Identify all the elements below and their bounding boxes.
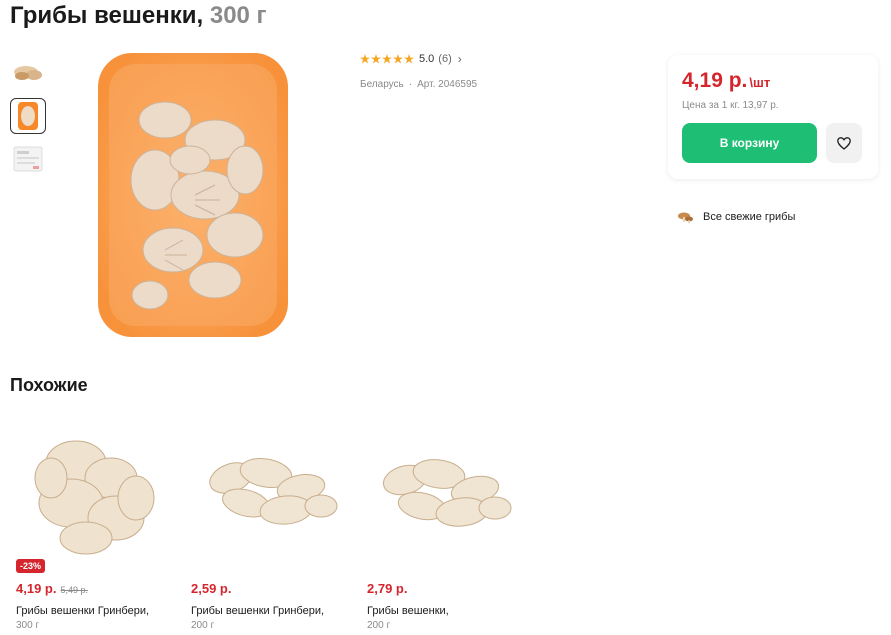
rating-value: 5.0 (419, 53, 435, 65)
star-icon (404, 54, 414, 64)
thumbnail-package[interactable] (10, 98, 46, 134)
similar-price-value: 4,19 р. (16, 581, 57, 596)
star-icon (393, 54, 403, 64)
thumbnail-label[interactable] (10, 141, 46, 177)
similar-price-value: 2,79 р. (367, 581, 408, 596)
category-link-label: Все свежие грибы (703, 211, 796, 223)
product-image (34, 440, 155, 555)
similar-section-title: Похожие (10, 375, 88, 395)
product-image (209, 457, 338, 525)
star-icon (382, 54, 392, 64)
separator-dot: · (408, 79, 413, 90)
similar-price-value: 2,59 р. (191, 581, 232, 596)
thumbnail-mushrooms[interactable] (10, 55, 46, 91)
rating-stars (360, 54, 414, 64)
similar-price: 2,79 р. (367, 581, 407, 596)
similar-old-price: 5,49 р. (60, 585, 88, 595)
mushroom-package-image (98, 53, 288, 337)
similar-product-weight: 300 г (16, 620, 40, 631)
package-thumbnail-image (18, 102, 38, 130)
star-icon (371, 54, 381, 64)
product-weight: 300 г (209, 2, 267, 29)
price-unit: \шт (749, 75, 771, 90)
star-icon (360, 54, 370, 64)
rating-link[interactable]: 5.0 (6) › (360, 52, 462, 66)
similar-product-name[interactable]: Грибы вешенки Гринбери, (191, 605, 324, 617)
similar-price: 4,19 р. 5,49 р. (16, 581, 88, 596)
similar-product-name[interactable]: Грибы вешенки Гринбери, (16, 605, 149, 617)
mushroom-thumbnail-image (14, 66, 42, 80)
price-card: 4,19 р. \шт Цена за 1 кг. 13,97 р. В корз… (668, 55, 878, 179)
product-country: Беларусь (360, 79, 404, 90)
product-title: Грибы вешенки, (10, 2, 204, 29)
favorite-button[interactable] (826, 123, 862, 163)
category-link-fresh-mushrooms[interactable]: Все свежие грибы (676, 208, 795, 226)
product-meta: Беларусь · Арт. 2046595 (360, 79, 477, 90)
similar-product-weight: 200 г (367, 620, 391, 631)
product-price: 4,19 р. \шт (682, 69, 770, 93)
rating-count: (6) (438, 53, 452, 65)
price-value: 4,19 р. (682, 69, 748, 92)
thumbnail-list (10, 55, 46, 184)
similar-product-name[interactable]: Грибы вешенки, (367, 605, 449, 617)
add-to-cart-button[interactable]: В корзину (682, 123, 817, 163)
similar-product-card[interactable] (185, 412, 353, 635)
unit-price: Цена за 1 кг. 13,97 р. (682, 100, 779, 111)
similar-product-weight: 200 г (191, 620, 215, 631)
similar-product-card[interactable] (361, 412, 529, 635)
chevron-right-icon: › (457, 52, 462, 66)
heart-icon (837, 136, 851, 150)
product-article: Арт. 2046595 (417, 79, 478, 90)
page-title: Грибы вешенки, 300 г (10, 2, 267, 30)
label-thumbnail-image (13, 146, 43, 172)
discount-badge: -23% (16, 559, 46, 573)
similar-price: 2,59 р. (191, 581, 231, 596)
mushroom-icon (678, 212, 693, 224)
product-image (382, 459, 512, 527)
similar-product-card[interactable] (10, 412, 178, 635)
product-main-image[interactable] (95, 50, 291, 340)
